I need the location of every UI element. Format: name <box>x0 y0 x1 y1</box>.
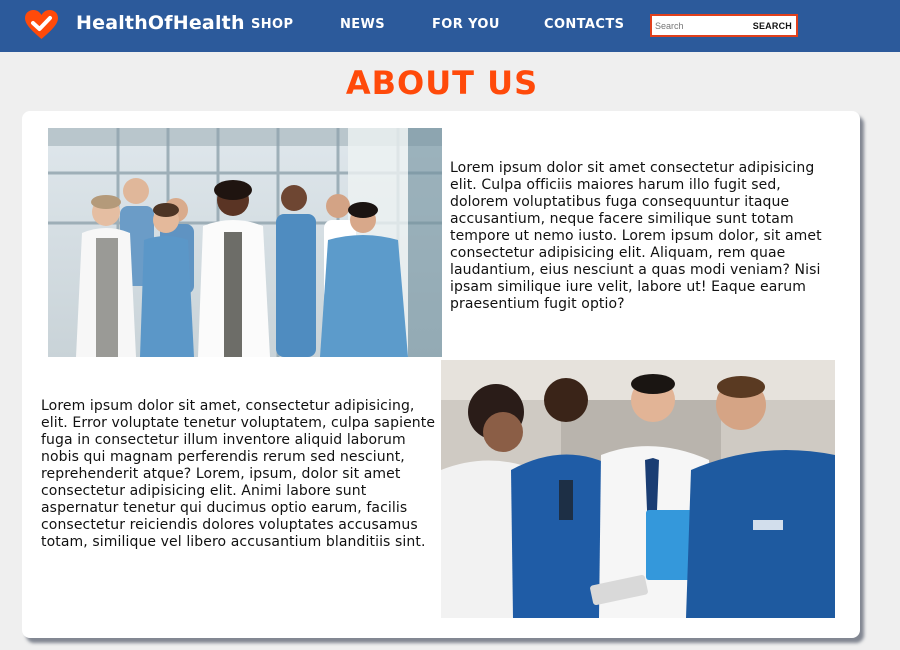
top-navbar: HealthOfHealth SHOP NEWS FOR YOU CONTACT… <box>0 0 900 52</box>
search-form: SEARCH <box>650 14 798 37</box>
medical-team-photo <box>48 128 442 357</box>
nav-link-contacts[interactable]: CONTACTS <box>544 17 624 32</box>
nav-link-news[interactable]: NEWS <box>340 17 385 32</box>
nav-link-shop[interactable]: SHOP <box>251 17 293 32</box>
nav-link-for-you[interactable]: FOR YOU <box>432 17 500 32</box>
brand-name[interactable]: HealthOfHealth <box>76 12 245 34</box>
page-title: ABOUT US <box>345 64 539 102</box>
about-paragraph-2: Lorem ipsum dolor sit amet, consectetur … <box>41 398 436 550</box>
heart-check-icon[interactable] <box>25 10 58 40</box>
doctors-tablet-photo <box>441 360 835 618</box>
search-button[interactable]: SEARCH <box>753 18 792 33</box>
search-input[interactable] <box>655 18 747 33</box>
about-paragraph-1: Lorem ipsum dolor sit amet consectetur a… <box>450 160 822 312</box>
